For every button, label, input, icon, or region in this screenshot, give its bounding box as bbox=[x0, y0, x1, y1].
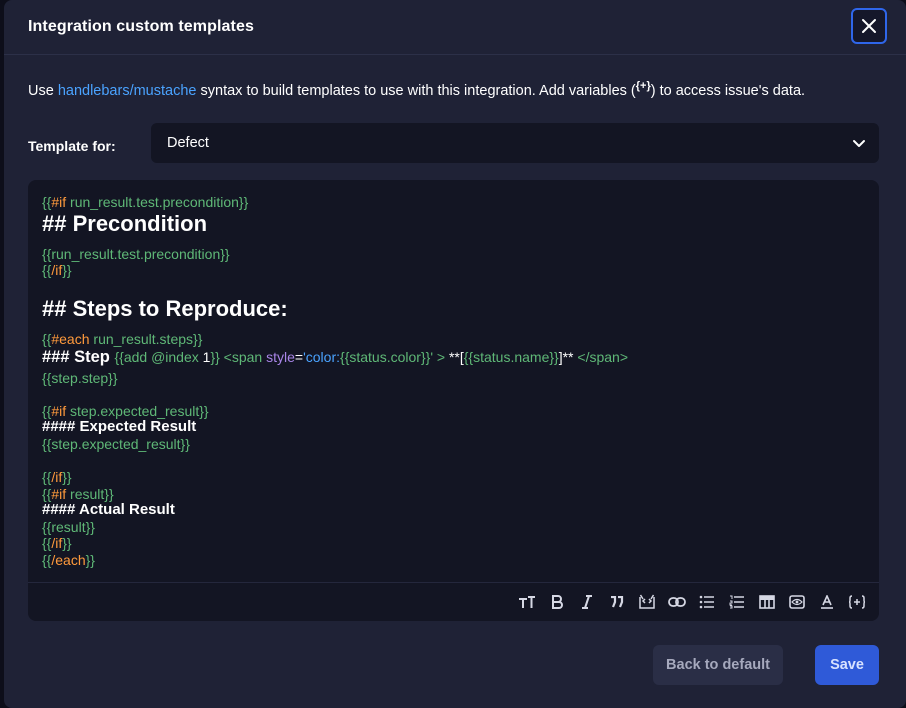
code-line: {{#if result}} bbox=[42, 486, 114, 502]
variable-icon-inline: {+} bbox=[635, 80, 651, 92]
back-to-default-button[interactable]: Back to default bbox=[653, 645, 783, 685]
code-line: {{step.expected_result}} bbox=[42, 436, 190, 452]
table-button[interactable] bbox=[755, 591, 779, 613]
text-color-button[interactable] bbox=[815, 591, 839, 613]
code-line-step: ### Step {{add @index 1}} <span style='c… bbox=[42, 348, 629, 366]
template-for-select[interactable]: Defect bbox=[151, 123, 879, 163]
code-line: {{/if}} bbox=[42, 535, 72, 551]
italic-button[interactable] bbox=[575, 591, 599, 613]
intro-prefix: Use bbox=[28, 82, 58, 99]
heading-steps: ## Steps to Reproduce: bbox=[42, 296, 288, 321]
heading-expected-result: #### Expected Result bbox=[42, 418, 197, 435]
variable-icon bbox=[848, 595, 866, 609]
quote-button[interactable] bbox=[605, 591, 629, 613]
preview-button[interactable] bbox=[785, 591, 809, 613]
editor-toolbar bbox=[28, 582, 879, 621]
dialog-header: Integration custom templates bbox=[4, 0, 906, 55]
intro-suffix: ) to access issue's data. bbox=[650, 82, 806, 99]
heading-precondition: ## Precondition bbox=[42, 211, 208, 236]
dialog-title: Integration custom templates bbox=[28, 18, 254, 35]
variable-button[interactable] bbox=[845, 591, 869, 613]
code-line: {{/if}} bbox=[42, 262, 72, 278]
code-line: {{#if run_result.test.precondition}} bbox=[42, 194, 249, 210]
code-line: {{step.step}} bbox=[42, 370, 118, 386]
code-icon bbox=[639, 594, 655, 609]
text-size-icon bbox=[519, 596, 535, 608]
save-button[interactable]: Save bbox=[815, 645, 879, 685]
preview-icon bbox=[789, 595, 805, 609]
bold-button[interactable] bbox=[545, 591, 569, 613]
code-line: {{#each run_result.steps}} bbox=[42, 331, 203, 347]
editor-content[interactable]: {{#if run_result.test.precondition}} ## … bbox=[42, 180, 865, 582]
template-editor[interactable]: {{#if run_result.test.precondition}} ## … bbox=[28, 180, 879, 621]
code-line: {{/each}} bbox=[42, 552, 95, 568]
code-line: {{result}} bbox=[42, 519, 95, 535]
link-button[interactable] bbox=[665, 591, 689, 613]
numbered-list-button[interactable] bbox=[725, 591, 749, 613]
code-line: {{run_result.test.precondition}} bbox=[42, 246, 230, 262]
heading-actual-result: #### Actual Result bbox=[42, 501, 175, 518]
text-size-button[interactable] bbox=[515, 591, 539, 613]
code-button[interactable] bbox=[635, 591, 659, 613]
template-for-label: Template for: bbox=[28, 138, 116, 154]
bullet-list-icon bbox=[699, 595, 714, 609]
code-line: {{/if}} bbox=[42, 469, 72, 485]
code-line: {{#if step.expected_result}} bbox=[42, 403, 209, 419]
chevron-down-icon bbox=[853, 140, 865, 147]
italic-icon bbox=[582, 595, 592, 609]
text-color-icon bbox=[821, 595, 833, 609]
link-icon bbox=[668, 597, 686, 607]
intro-middle: syntax to build templates to use with th… bbox=[196, 82, 636, 99]
handlebars-link[interactable]: handlebars/mustache bbox=[58, 83, 197, 99]
quote-icon bbox=[611, 596, 624, 608]
template-for-value: Defect bbox=[167, 135, 209, 151]
intro-text: Use handlebars/mustache syntax to build … bbox=[28, 80, 805, 99]
numbered-list-icon bbox=[729, 595, 744, 609]
bold-icon bbox=[552, 595, 563, 609]
table-icon bbox=[759, 595, 775, 609]
close-button[interactable] bbox=[851, 8, 887, 44]
close-icon bbox=[862, 19, 876, 33]
integration-templates-dialog: Integration custom templates Use handleb… bbox=[4, 0, 906, 708]
bullet-list-button[interactable] bbox=[695, 591, 719, 613]
